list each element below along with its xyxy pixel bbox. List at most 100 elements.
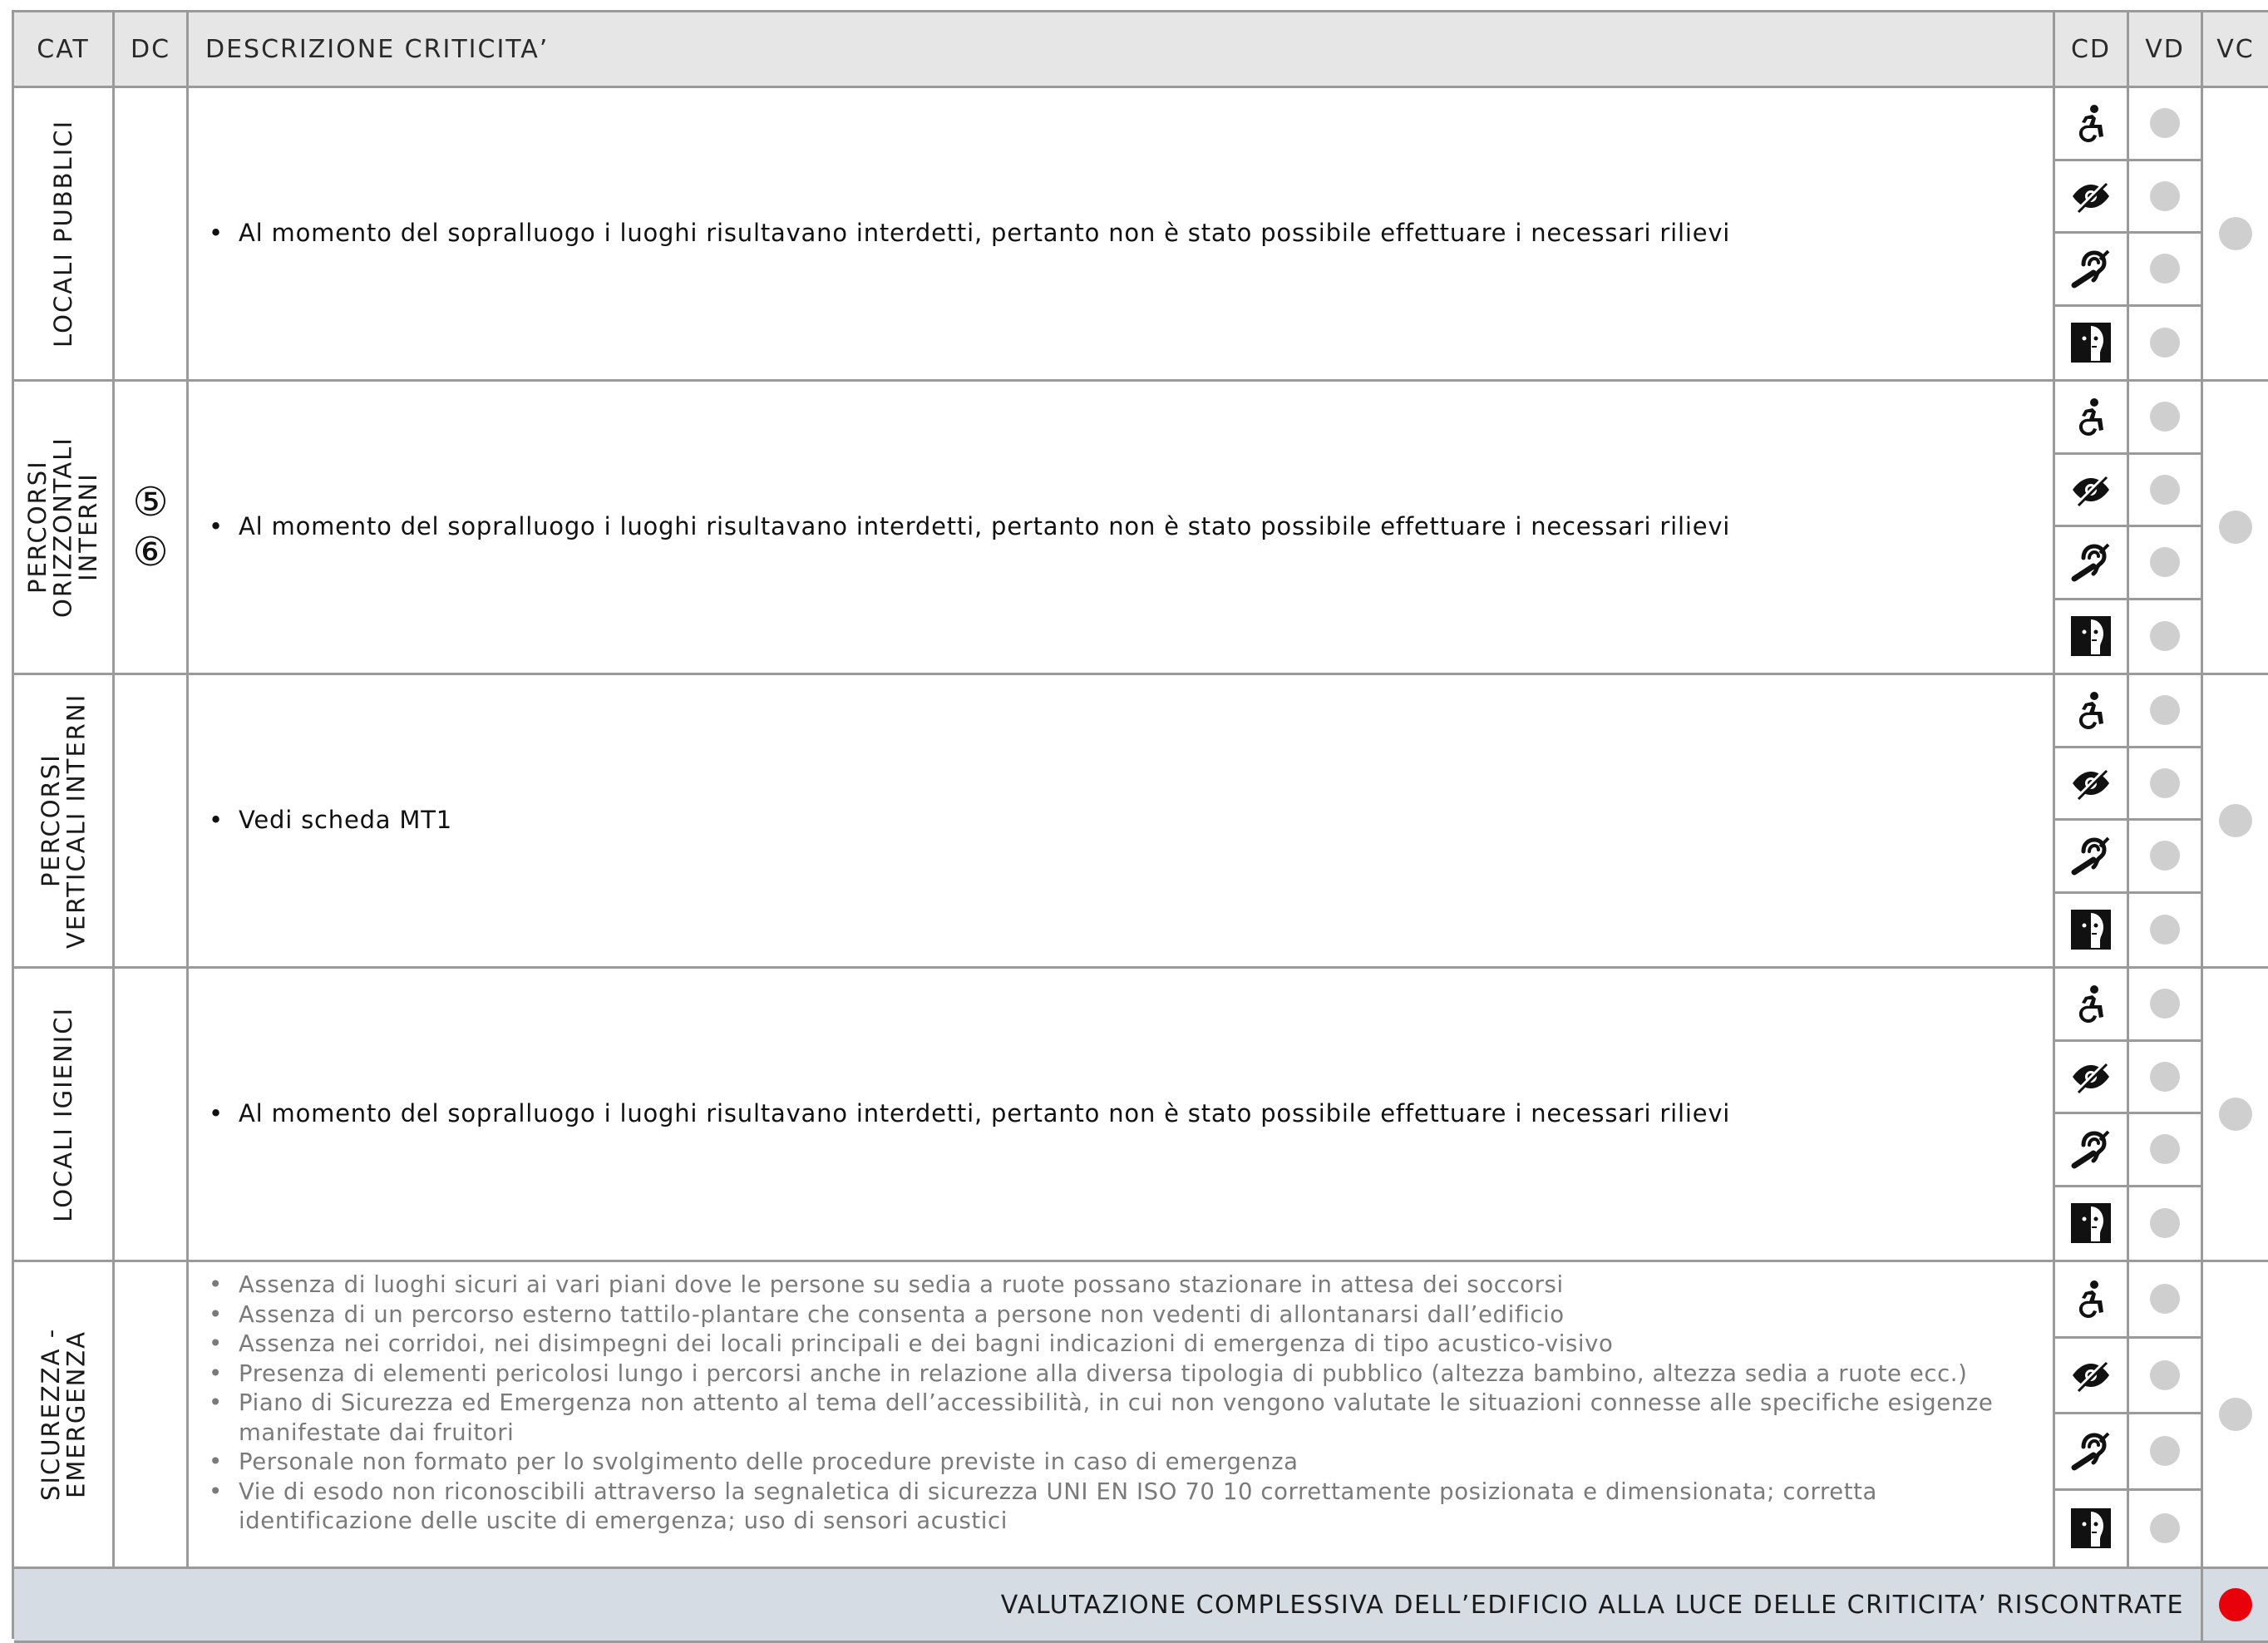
vd-slot — [2129, 1339, 2201, 1414]
vd-indicator-dot — [2150, 547, 2180, 578]
cd-icons-cell — [2055, 88, 2129, 382]
cd-icons-cell — [2055, 675, 2129, 969]
vd-indicator-dot — [2150, 254, 2180, 284]
vd-indicator-dot — [2150, 989, 2180, 1019]
vd-slot — [2129, 382, 2201, 455]
category-label: PERCORSI ORIZZONTALI INTERNI — [23, 437, 103, 618]
wheelchair-icon — [2055, 88, 2127, 161]
category-cell-locali-igienici: LOCALI IGIENICI — [14, 969, 115, 1262]
hearing-impairment-icon — [2055, 821, 2127, 894]
vc-cell — [2203, 969, 2268, 1262]
wheelchair-icon — [2055, 382, 2127, 455]
criticality-item: Personale non formato per lo svolgimento… — [205, 1448, 2053, 1478]
vd-indicator-dot — [2150, 1513, 2180, 1544]
vc-indicator-dot — [2219, 217, 2252, 250]
category-label: LOCALI IGIENICI — [48, 1006, 77, 1222]
vd-cell — [2129, 382, 2203, 675]
vd-slot — [2129, 1042, 2201, 1114]
vc-cell — [2203, 382, 2268, 675]
cognitive-impairment-icon — [2055, 1491, 2127, 1567]
overall-evaluation-cell — [2203, 1569, 2268, 1643]
dc-cell — [115, 969, 189, 1262]
header-cd: CD — [2055, 12, 2129, 88]
dc-cell: ⑤⑥ — [115, 382, 189, 675]
category-cell-percorsi-orizzontali-interni: PERCORSI ORIZZONTALI INTERNI — [14, 382, 115, 675]
wheelchair-icon — [2055, 675, 2127, 748]
category-label: LOCALI PUBBLICI — [48, 120, 77, 348]
vd-slot — [2129, 1414, 2201, 1491]
vc-indicator-dot — [2219, 511, 2252, 544]
vd-cell — [2129, 88, 2203, 382]
vd-indicator-dot — [2150, 915, 2180, 945]
vd-indicator-dot — [2150, 695, 2180, 726]
vd-slot — [2129, 455, 2201, 527]
dc-cell — [115, 88, 189, 382]
vd-slot — [2129, 234, 2201, 307]
wheelchair-icon — [2055, 969, 2127, 1042]
vd-indicator-dot — [2150, 1134, 2180, 1165]
hearing-impairment-icon — [2055, 234, 2127, 307]
criticality-table: CAT DC DESCRIZIONE CRITICITA’ CD VD VC L… — [12, 10, 2268, 1643]
criticality-list: Al momento del sopralluogo i luoghi risu… — [205, 1096, 1730, 1132]
criticality-item: Al momento del sopralluogo i luoghi risu… — [205, 1096, 1730, 1132]
criticality-item: Vedi scheda MT1 — [205, 802, 452, 839]
criticality-item: Al momento del sopralluogo i luoghi risu… — [205, 509, 1730, 545]
vd-indicator-dot — [2150, 1359, 2180, 1390]
cd-icons-cell — [2055, 969, 2129, 1262]
description-cell: Assenza di luoghi sicuri ai vari piani d… — [189, 1262, 2055, 1569]
criticality-item: Assenza di un percorso esterno tattilo-p… — [205, 1300, 2053, 1330]
vd-indicator-dot — [2150, 180, 2180, 211]
vd-slot — [2129, 1187, 2201, 1261]
vd-indicator-dot — [2150, 1284, 2180, 1315]
visual-impairment-icon — [2055, 1042, 2127, 1114]
vd-indicator-dot — [2150, 841, 2180, 871]
vd-indicator-dot — [2150, 1436, 2180, 1467]
criticality-item: Vie di esodo non riconoscibili attravers… — [205, 1478, 2053, 1537]
vd-slot — [2129, 821, 2201, 894]
header-vc: VC — [2203, 12, 2268, 88]
vd-indicator-dot — [2150, 328, 2180, 358]
visual-impairment-icon — [2055, 748, 2127, 821]
category-label: PERCORSI VERTICALI INTERNI — [36, 693, 90, 949]
cognitive-impairment-icon — [2055, 307, 2127, 380]
vd-slot — [2129, 894, 2201, 967]
cognitive-impairment-icon — [2055, 894, 2127, 967]
vd-indicator-dot — [2150, 1208, 2180, 1239]
vd-slot — [2129, 1262, 2201, 1339]
description-cell: Al momento del sopralluogo i luoghi risu… — [189, 969, 2055, 1262]
description-cell: Al momento del sopralluogo i luoghi risu… — [189, 382, 2055, 675]
vd-slot — [2129, 748, 2201, 821]
vc-indicator-dot — [2219, 804, 2252, 837]
criticality-item: Assenza nei corridoi, nei disimpegni dei… — [205, 1330, 2053, 1359]
criticality-item: Presenza di elementi pericolosi lungo i … — [205, 1359, 2053, 1389]
category-cell-percorsi-verticali-interni: PERCORSI VERTICALI INTERNI — [14, 675, 115, 969]
dc-cell — [115, 675, 189, 969]
vd-slot — [2129, 1114, 2201, 1187]
vd-indicator-dot — [2150, 1061, 2180, 1092]
overall-evaluation-indicator — [2219, 1588, 2252, 1621]
category-label: SICUREZZA - EMERGENZA — [36, 1327, 90, 1502]
vd-slot — [2129, 1491, 2201, 1567]
vc-indicator-dot — [2219, 1398, 2252, 1431]
vd-indicator-dot — [2150, 767, 2180, 798]
hearing-impairment-icon — [2055, 1114, 2127, 1187]
vc-indicator-dot — [2219, 1098, 2252, 1131]
vd-cell — [2129, 1262, 2203, 1569]
criticality-list: Al momento del sopralluogo i luoghi risu… — [205, 215, 1730, 252]
vd-indicator-dot — [2150, 402, 2180, 432]
vd-slot — [2129, 969, 2201, 1042]
dc-reference-number: ⑥ — [132, 529, 169, 575]
dc-reference-number: ⑤ — [132, 479, 169, 525]
vd-cell — [2129, 675, 2203, 969]
vc-cell — [2203, 1262, 2268, 1569]
cognitive-impairment-icon — [2055, 600, 2127, 673]
header-vd: VD — [2129, 12, 2203, 88]
visual-impairment-icon — [2055, 1339, 2127, 1414]
vd-slot — [2129, 161, 2201, 234]
visual-impairment-icon — [2055, 455, 2127, 527]
vd-slot — [2129, 88, 2201, 161]
hearing-impairment-icon — [2055, 527, 2127, 600]
overall-evaluation-label: VALUTAZIONE COMPLESSIVA DELL’EDIFICIO AL… — [14, 1569, 2203, 1643]
vd-slot — [2129, 527, 2201, 600]
wheelchair-icon — [2055, 1262, 2127, 1339]
